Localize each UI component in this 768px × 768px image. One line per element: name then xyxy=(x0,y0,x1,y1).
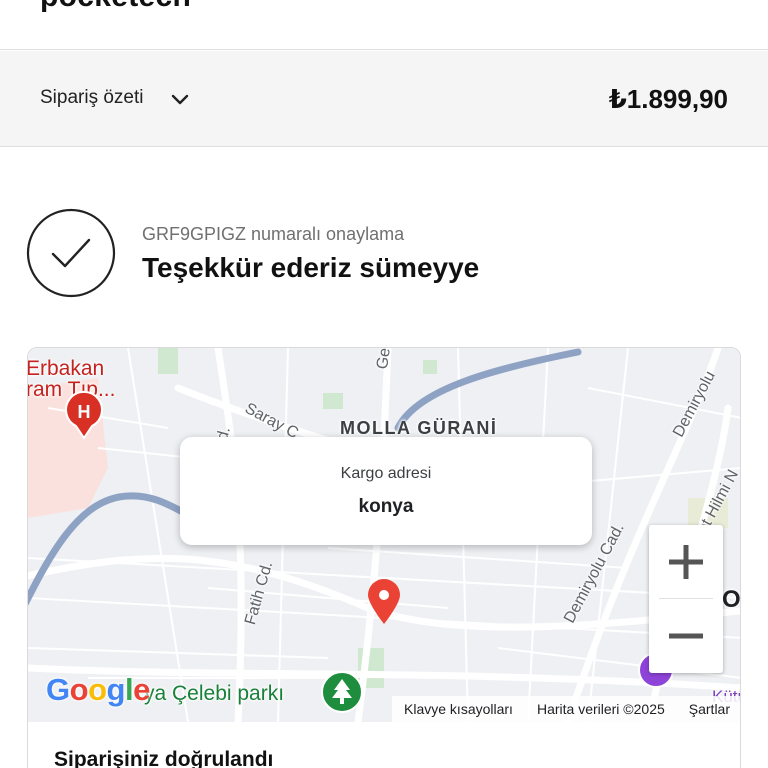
map-zoom-control xyxy=(649,525,723,673)
google-logo-letter: g xyxy=(106,672,126,707)
map-label-place: OI xyxy=(722,586,741,613)
thank-you-heading: Teşekkür ederiz sümeyye xyxy=(142,252,480,283)
google-logo-letter: e xyxy=(133,672,150,707)
google-logo-letter: G xyxy=(46,672,70,707)
order-details-card: Erbakan ram Tıp... MOLLA GÜRANİ Gençl Sa… xyxy=(27,347,741,768)
park-pin-icon[interactable] xyxy=(320,670,364,718)
shipping-address-popup: Kargo adresi konya xyxy=(180,437,592,545)
svg-text:H: H xyxy=(78,402,91,422)
shipping-map[interactable]: Erbakan ram Tıp... MOLLA GÜRANİ Gençl Sa… xyxy=(28,348,741,722)
google-logo-letter: l xyxy=(124,672,134,707)
map-label-park: ya Çelebi parkı xyxy=(144,682,285,705)
zoom-out-button[interactable] xyxy=(649,599,723,673)
zoom-in-button[interactable] xyxy=(649,525,723,599)
map-attribution-bar: Klavye kısayolları Harita verileri ©2025… xyxy=(392,696,740,722)
google-logo: Google xyxy=(46,674,150,705)
store-header: pocketech xyxy=(0,0,768,50)
keyboard-shortcuts-link[interactable]: Klavye kısayolları xyxy=(392,701,525,717)
store-name[interactable]: pocketech xyxy=(40,0,191,14)
map-data-attribution: Harita verileri ©2025 xyxy=(536,701,665,717)
location-pin-icon xyxy=(368,579,400,624)
check-circle-icon xyxy=(26,208,116,298)
terms-link[interactable]: Şartlar xyxy=(677,701,740,717)
order-summary-toggle[interactable]: Sipariş özeti ₺1.899,90 xyxy=(0,51,768,147)
shipping-city: konya xyxy=(358,496,414,517)
order-summary-label: Sipariş özeti xyxy=(40,87,144,108)
chevron-down-icon xyxy=(171,94,189,105)
order-total: ₺1.899,90 xyxy=(608,84,728,114)
map-label-district: MOLLA GÜRANİ xyxy=(340,418,498,438)
google-logo-letter: o xyxy=(88,672,107,707)
order-verified-heading: Siparişiniz doğrulandı xyxy=(54,748,274,768)
popup-title: Kargo adresi xyxy=(340,465,432,482)
minus-icon xyxy=(669,633,703,639)
hospital-pin-icon[interactable]: H xyxy=(62,390,106,440)
plus-icon xyxy=(669,545,703,579)
google-logo-letter: o xyxy=(69,672,89,707)
confirmation-number: GRF9GPIGZ numaralı onaylama xyxy=(142,224,405,244)
